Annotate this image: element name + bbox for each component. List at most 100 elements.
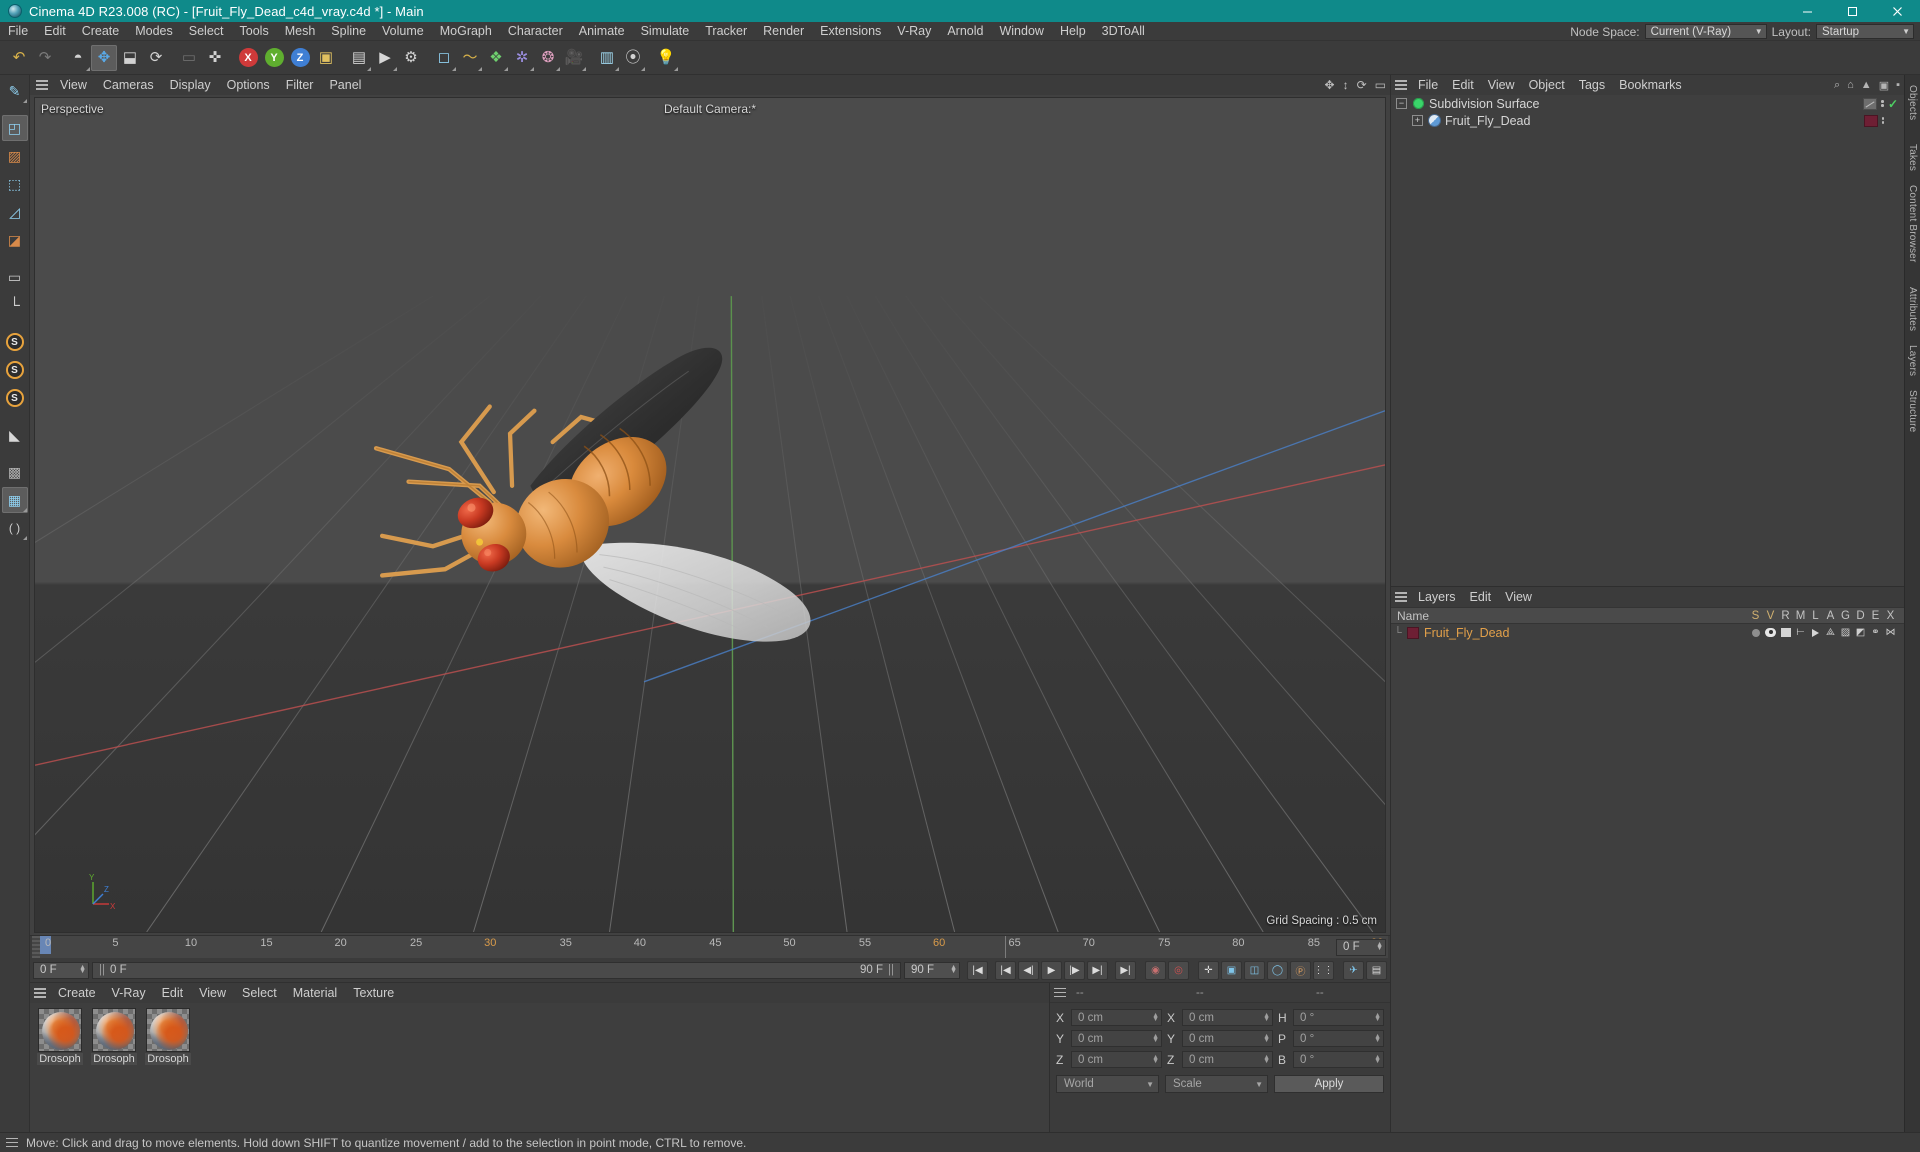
- keyframe-selection-button[interactable]: ✛: [1198, 960, 1219, 980]
- rotate-tool[interactable]: ⟳: [143, 45, 169, 71]
- material-swatch[interactable]: [92, 1008, 136, 1052]
- go-to-next-key-button[interactable]: ▶|: [1087, 960, 1108, 980]
- material-swatch[interactable]: [38, 1008, 82, 1052]
- material-menu-view[interactable]: View: [191, 983, 234, 1003]
- menu-item-tracker[interactable]: Tracker: [697, 22, 755, 41]
- timeline-ruler[interactable]: 0 5 10 15 20 25 30 35 40 45 50 55 60 65: [32, 936, 1388, 958]
- pan-viewport-icon[interactable]: ↕: [1343, 78, 1349, 92]
- max-frame-field[interactable]: 90 F ▲ ▼: [904, 961, 960, 979]
- go-to-start-button[interactable]: |◀: [967, 960, 988, 980]
- layer-menu-edit[interactable]: Edit: [1463, 587, 1499, 607]
- layer-deformers-icon[interactable]: ◩: [1853, 627, 1868, 638]
- workplane-tool-button[interactable]: ◣: [2, 422, 28, 448]
- layer-expressions-icon[interactable]: ⚭: [1868, 627, 1883, 638]
- object-menu-bookmarks[interactable]: Bookmarks: [1612, 75, 1689, 95]
- home-icon[interactable]: ⌂: [1847, 79, 1854, 91]
- maximize-viewport-icon[interactable]: ▭: [1375, 78, 1386, 92]
- material-menu-create[interactable]: Create: [50, 983, 104, 1003]
- search-icon[interactable]: ⌕: [1834, 79, 1840, 92]
- viewport-solo-off-button[interactable]: S: [2, 385, 28, 411]
- viewport-solo-single-button[interactable]: S: [2, 329, 28, 355]
- rotate-viewport-icon[interactable]: ⟳: [1357, 78, 1367, 92]
- up-level-icon[interactable]: ▲: [1861, 79, 1872, 91]
- point-level-animation-button[interactable]: ⋮⋮: [1313, 960, 1334, 980]
- layer-visible-icon[interactable]: [1763, 628, 1778, 637]
- layout-select[interactable]: Startup ▼: [1816, 24, 1914, 39]
- menu-item-3dtoall[interactable]: 3DToAll: [1094, 22, 1153, 41]
- tool-options-button[interactable]: ▭: [176, 45, 202, 71]
- render-view-button[interactable]: ▤: [346, 45, 372, 71]
- menu-item-spline[interactable]: Spline: [323, 22, 374, 41]
- material-menu-material[interactable]: Material: [285, 983, 345, 1003]
- material-tag-icon[interactable]: [1863, 114, 1878, 127]
- menu-item-extensions[interactable]: Extensions: [812, 22, 889, 41]
- model-mode-button[interactable]: ◰: [1, 115, 28, 141]
- render-settings-button[interactable]: ⚙: [398, 45, 424, 71]
- minimize-icon[interactable]: [1785, 0, 1830, 22]
- spinner-icon[interactable]: ▲ ▼: [1372, 941, 1383, 952]
- maximize-icon[interactable]: [1830, 0, 1875, 22]
- add-environment-button[interactable]: ❂: [535, 45, 561, 71]
- world-coordinate-toggle[interactable]: ▣: [313, 45, 339, 71]
- perspective-viewport[interactable]: Perspective Default Camera:* Grid Spacin…: [34, 97, 1386, 933]
- polygon-mode-button[interactable]: ◪: [2, 227, 28, 253]
- hamburger-icon[interactable]: [1391, 76, 1411, 94]
- mograph-button[interactable]: ⦿: [620, 45, 646, 71]
- pos-z-field[interactable]: 0 cm ▲ ▼: [1071, 1051, 1162, 1068]
- timeline-current-frame-field[interactable]: 0 F ▲ ▼: [1336, 938, 1386, 956]
- menu-item-arnold[interactable]: Arnold: [939, 22, 991, 41]
- spinner-icon[interactable]: ▲ ▼: [1374, 1012, 1381, 1023]
- menu-item-window[interactable]: Window: [991, 22, 1051, 41]
- menu-item-mograph[interactable]: MoGraph: [432, 22, 500, 41]
- layer-xref-icon[interactable]: ⋈: [1883, 627, 1898, 638]
- z-axis-lock-button[interactable]: Z: [287, 45, 313, 71]
- render-to-picture-viewer-button[interactable]: ▶: [372, 45, 398, 71]
- material-menu-select[interactable]: Select: [234, 983, 285, 1003]
- spinner-icon[interactable]: ▲ ▼: [1263, 1033, 1270, 1044]
- menu-item-help[interactable]: Help: [1052, 22, 1094, 41]
- tab-objects[interactable]: Objects: [1906, 79, 1919, 126]
- tab-layers[interactable]: Layers: [1906, 339, 1919, 382]
- apply-button[interactable]: Apply: [1274, 1075, 1384, 1093]
- add-camera-button[interactable]: 🎥: [561, 45, 587, 71]
- current-frame-field[interactable]: 0 F ▲ ▼: [33, 961, 89, 979]
- live-selection-tool[interactable]: ◓: [65, 45, 91, 71]
- spinner-icon[interactable]: ▲ ▼: [1374, 1054, 1381, 1065]
- position-key-button[interactable]: ▣: [1221, 960, 1242, 980]
- add-generator-button[interactable]: ❖: [483, 45, 509, 71]
- hamburger-icon[interactable]: [1050, 984, 1070, 1002]
- menu-item-animate[interactable]: Animate: [571, 22, 633, 41]
- spinner-icon[interactable]: ▲ ▼: [946, 964, 957, 975]
- viewport-display-button[interactable]: ▥: [594, 45, 620, 71]
- filter-icon[interactable]: ▣: [1879, 79, 1889, 92]
- menu-item-simulate[interactable]: Simulate: [633, 22, 698, 41]
- add-light-button[interactable]: 💡: [653, 45, 679, 71]
- rotation-key-button[interactable]: ◯: [1267, 960, 1288, 980]
- rot-b-field[interactable]: 0 ° ▲ ▼: [1293, 1051, 1384, 1068]
- scale-tool[interactable]: ⬓: [117, 45, 143, 71]
- size-x-field[interactable]: 0 cm ▲ ▼: [1182, 1009, 1273, 1026]
- hamburger-icon[interactable]: [2, 1134, 22, 1152]
- layer-animation-icon[interactable]: ⟁: [1823, 627, 1838, 638]
- material-menu-vray[interactable]: V-Ray: [104, 983, 154, 1003]
- material-menu-edit[interactable]: Edit: [154, 983, 192, 1003]
- x-axis-lock-button[interactable]: X: [235, 45, 261, 71]
- menu-item-render[interactable]: Render: [755, 22, 812, 41]
- keying-mode-button[interactable]: ✈: [1343, 960, 1364, 980]
- layer-menu-layers[interactable]: Layers: [1411, 587, 1463, 607]
- rot-h-field[interactable]: 0 ° ▲ ▼: [1293, 1009, 1384, 1026]
- layer-solo-icon[interactable]: [1748, 628, 1763, 637]
- size-y-field[interactable]: 0 cm ▲ ▼: [1182, 1030, 1273, 1047]
- tab-structure[interactable]: Structure: [1906, 384, 1919, 438]
- hamburger-icon[interactable]: [32, 76, 52, 94]
- visibility-dots-icon[interactable]: [1881, 100, 1884, 107]
- menu-item-volume[interactable]: Volume: [374, 22, 432, 41]
- add-deformer-button[interactable]: ✲: [509, 45, 535, 71]
- selection-tools-button[interactable]: ✎: [2, 78, 28, 104]
- layer-menu-view[interactable]: View: [1498, 587, 1539, 607]
- menu-item-character[interactable]: Character: [500, 22, 571, 41]
- autokeying-button[interactable]: ◎: [1168, 960, 1189, 980]
- expand-toggle-icon[interactable]: +: [1412, 115, 1423, 126]
- menu-item-edit[interactable]: Edit: [36, 22, 74, 41]
- object-menu-edit[interactable]: Edit: [1445, 75, 1481, 95]
